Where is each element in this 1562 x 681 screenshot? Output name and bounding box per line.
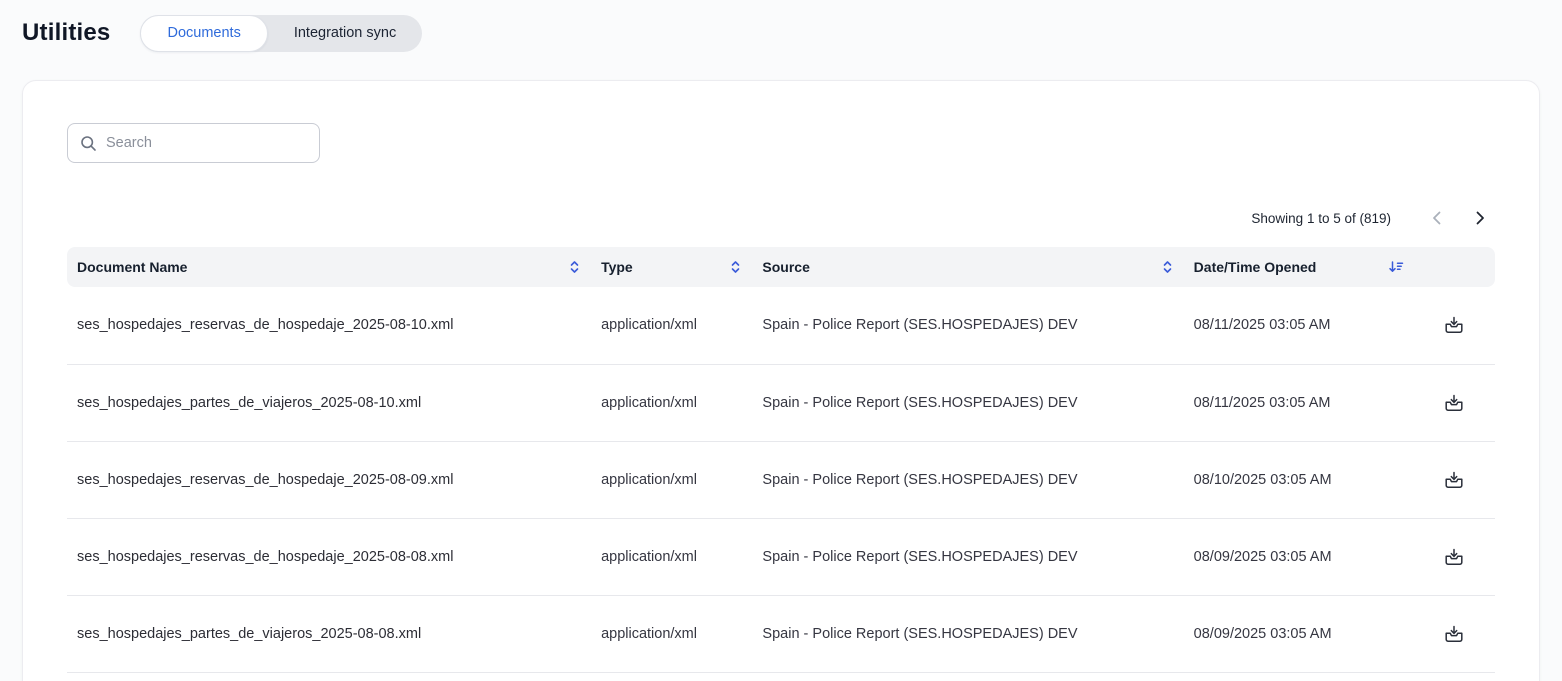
download-cell — [1414, 518, 1495, 595]
download-icon — [1444, 394, 1464, 412]
download-cell — [1414, 364, 1495, 441]
pagination-next-button[interactable] — [1465, 205, 1495, 231]
type-cell: application/xml — [591, 287, 752, 364]
column-header-source[interactable]: Source — [752, 247, 1183, 287]
tab-group: Documents Integration sync — [140, 15, 422, 52]
column-label: Document Name — [77, 259, 187, 275]
source-cell: Spain - Police Report (SES.HOSPEDAJES) D… — [752, 364, 1183, 441]
document-table-body: ses_hospedajes_reservas_de_hospedaje_202… — [67, 287, 1495, 672]
table-row: ses_hospedajes_partes_de_viajeros_2025-0… — [67, 595, 1495, 672]
date-time-opened-cell: 08/09/2025 03:05 AM — [1184, 518, 1414, 595]
source-cell: Spain - Police Report (SES.HOSPEDAJES) D… — [752, 441, 1183, 518]
column-label: Type — [601, 259, 633, 275]
date-time-opened-cell: 08/09/2025 03:05 AM — [1184, 595, 1414, 672]
date-time-opened-cell: 08/11/2025 03:05 AM — [1184, 364, 1414, 441]
sort-both-icon — [1161, 260, 1174, 274]
top-bar: Utilities Documents Integration sync — [0, 0, 1562, 52]
search-input[interactable] — [106, 135, 307, 151]
document-name-cell: ses_hospedajes_reservas_de_hospedaje_202… — [67, 518, 591, 595]
type-cell: application/xml — [591, 518, 752, 595]
search-box[interactable] — [67, 123, 320, 163]
download-button[interactable] — [1440, 621, 1468, 647]
table-row: ses_hospedajes_reservas_de_hospedaje_202… — [67, 287, 1495, 364]
download-icon — [1444, 625, 1464, 643]
type-cell: application/xml — [591, 595, 752, 672]
document-name-cell: ses_hospedajes_partes_de_viajeros_2025-0… — [67, 595, 591, 672]
documents-table: Document Name Type — [67, 247, 1495, 673]
chevron-left-icon — [1432, 211, 1441, 225]
column-header-document-name[interactable]: Document Name — [67, 247, 591, 287]
column-label: Date/Time Opened — [1194, 259, 1317, 275]
pagination-summary: Showing 1 to 5 of (819) — [1251, 211, 1391, 226]
source-cell: Spain - Police Report (SES.HOSPEDAJES) D… — [752, 287, 1183, 364]
download-cell — [1414, 595, 1495, 672]
download-button[interactable] — [1440, 312, 1468, 338]
pagination-prev-button[interactable] — [1421, 205, 1451, 231]
page-title: Utilities — [22, 19, 110, 47]
download-icon — [1444, 548, 1464, 566]
table-row: ses_hospedajes_reservas_de_hospedaje_202… — [67, 518, 1495, 595]
column-header-type[interactable]: Type — [591, 247, 752, 287]
tab-documents[interactable]: Documents — [140, 15, 267, 52]
sort-both-icon — [568, 260, 581, 274]
chevron-right-icon — [1476, 211, 1485, 225]
source-cell: Spain - Police Report (SES.HOSPEDAJES) D… — [752, 518, 1183, 595]
column-header-actions — [1414, 247, 1495, 287]
table-row: ses_hospedajes_reservas_de_hospedaje_202… — [67, 441, 1495, 518]
download-button[interactable] — [1440, 390, 1468, 416]
document-name-cell: ses_hospedajes_partes_de_viajeros_2025-0… — [67, 364, 591, 441]
column-header-date-time-opened[interactable]: Date/Time Opened — [1184, 247, 1414, 287]
source-cell: Spain - Police Report (SES.HOSPEDAJES) D… — [752, 595, 1183, 672]
table-header: Document Name Type — [67, 247, 1495, 287]
date-time-opened-cell: 08/10/2025 03:05 AM — [1184, 441, 1414, 518]
type-cell: application/xml — [591, 364, 752, 441]
type-cell: application/xml — [591, 441, 752, 518]
download-cell — [1414, 287, 1495, 364]
date-time-opened-cell: 08/11/2025 03:05 AM — [1184, 287, 1414, 364]
table-row: ses_hospedajes_partes_de_viajeros_2025-0… — [67, 364, 1495, 441]
download-button[interactable] — [1440, 467, 1468, 493]
document-name-cell: ses_hospedajes_reservas_de_hospedaje_202… — [67, 441, 591, 518]
download-button[interactable] — [1440, 544, 1468, 570]
document-name-cell: ses_hospedajes_reservas_de_hospedaje_202… — [67, 287, 591, 364]
download-icon — [1444, 316, 1464, 334]
search-icon — [80, 135, 97, 152]
sort-descending-icon — [1388, 260, 1404, 274]
download-icon — [1444, 471, 1464, 489]
sort-both-icon — [729, 260, 742, 274]
documents-card: Showing 1 to 5 of (819) — [22, 80, 1540, 681]
download-cell — [1414, 441, 1495, 518]
column-label: Source — [762, 259, 809, 275]
tab-integration-sync[interactable]: Integration sync — [268, 15, 422, 52]
pagination: Showing 1 to 5 of (819) — [67, 205, 1495, 231]
